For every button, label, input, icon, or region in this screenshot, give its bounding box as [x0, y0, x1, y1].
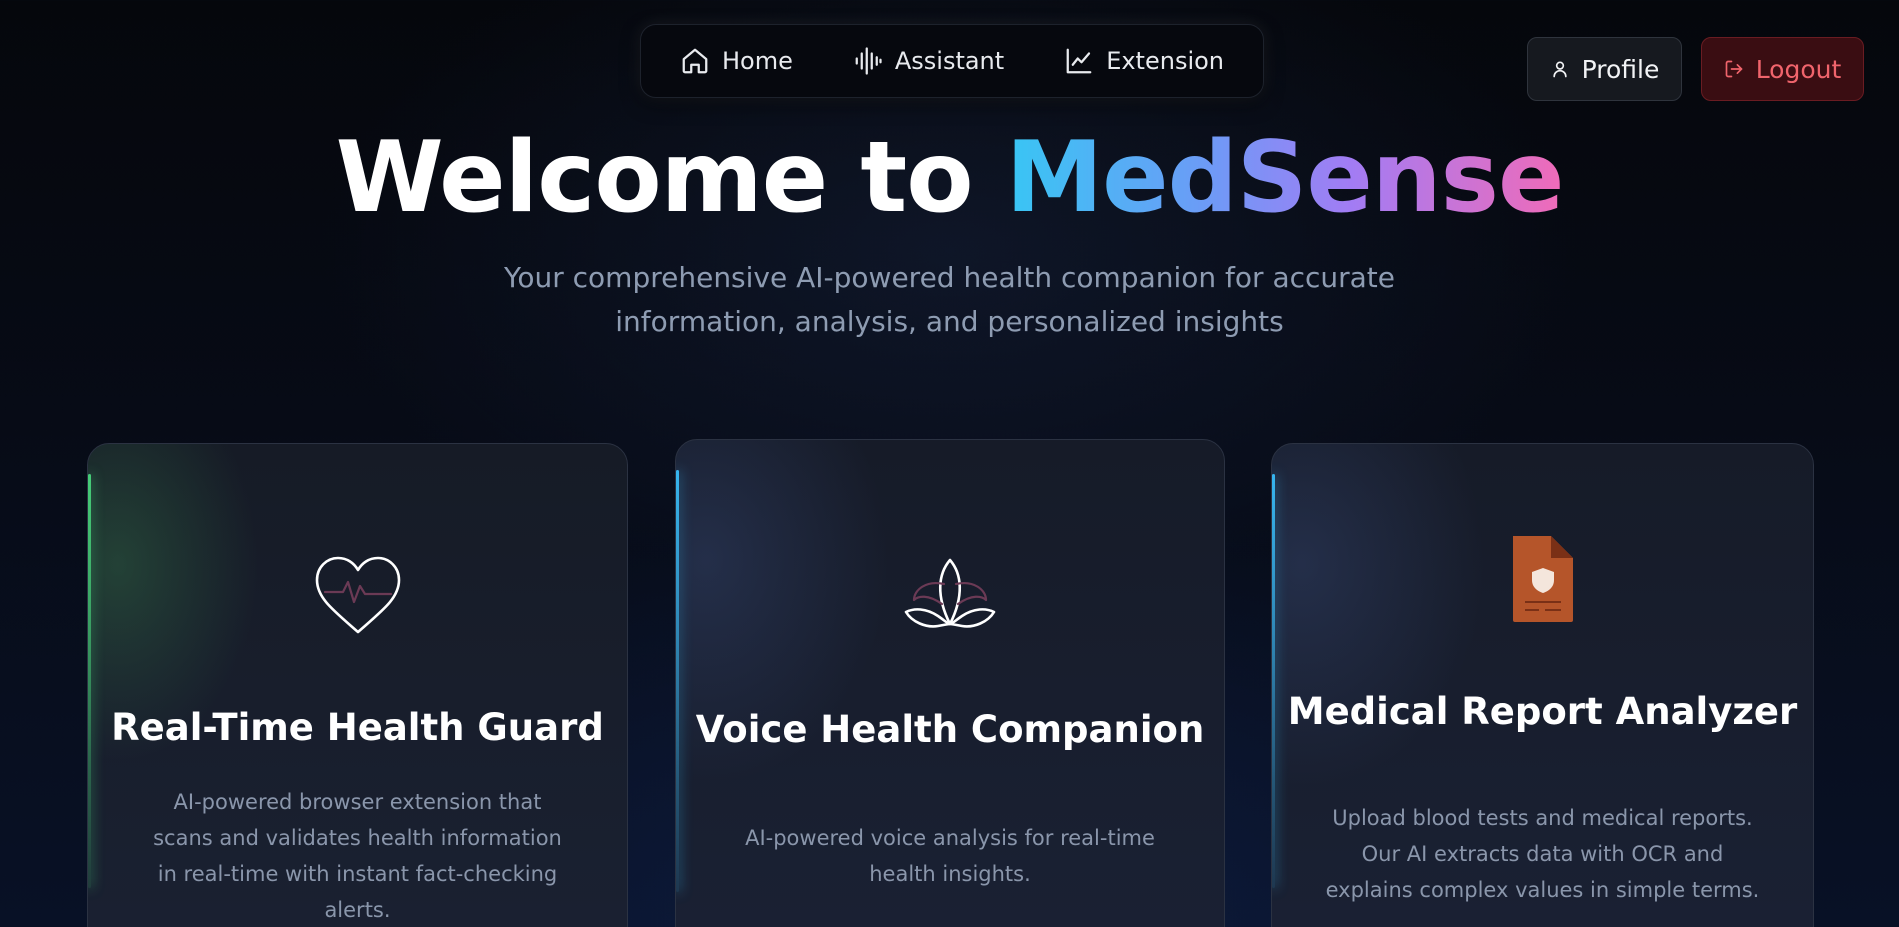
user-icon: [1552, 61, 1567, 78]
feature-title: Voice Health Companion: [695, 708, 1205, 751]
brand-name: MedSense: [1005, 121, 1565, 235]
logout-button-label: Logout: [1755, 54, 1842, 84]
feature-title: Real-Time Health Guard: [111, 706, 604, 749]
nav-home[interactable]: Home: [680, 46, 793, 76]
feature-title: Medical Report Analyzer: [1287, 690, 1798, 733]
feature-card-voice-companion[interactable]: Voice Health Companion AI-powered voice …: [675, 439, 1225, 927]
top-nav: Home Assistant Extension: [640, 24, 1264, 98]
profile-button-label: Profile: [1581, 54, 1660, 84]
feature-description: AI-powered browser extension that scans …: [153, 790, 562, 922]
feature-card-health-guard[interactable]: Real-Time Health Guard AI-powered browse…: [87, 443, 628, 927]
logout-button[interactable]: Logout: [1701, 37, 1864, 101]
feature-card-report-analyzer[interactable]: Medical Report Analyzer Upload blood tes…: [1271, 443, 1814, 927]
nav-assistant-label: Assistant: [894, 47, 1005, 75]
profile-button[interactable]: Profile: [1527, 37, 1682, 101]
lotus-icon: [904, 558, 996, 628]
page-title-prefix: Welcome to: [335, 121, 1006, 235]
audio-waveform-icon: [855, 47, 882, 75]
nav-assistant[interactable]: Assistant: [853, 46, 1004, 76]
feature-description: AI-powered voice analysis for real-time …: [745, 826, 1155, 886]
nav-home-label: Home: [721, 47, 793, 75]
nav-extension-label: Extension: [1106, 47, 1225, 75]
hero-subtitle: Your comprehensive AI-powered health com…: [503, 261, 1396, 338]
line-chart-icon: [1066, 48, 1092, 74]
heart-pulse-icon: [315, 556, 400, 634]
feature-description: Upload blood tests and medical reports. …: [1325, 806, 1760, 902]
nav-extension[interactable]: Extension: [1064, 46, 1224, 76]
logout-icon: [1725, 60, 1743, 78]
page-title: Welcome to MedSense: [0, 122, 1899, 234]
home-icon: [682, 48, 708, 74]
medical-document-icon: [1512, 536, 1573, 622]
